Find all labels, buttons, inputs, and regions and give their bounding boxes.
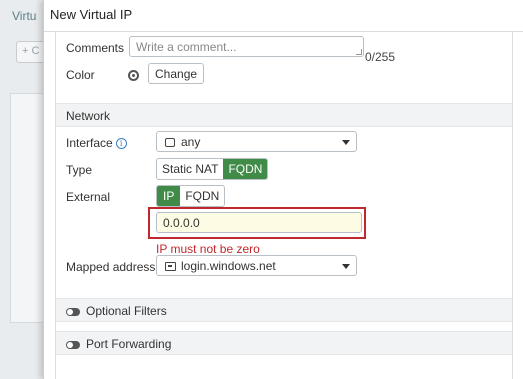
port-forwarding-row: Port Forwarding [66,337,171,351]
interface-value: any [181,135,201,149]
external-label: External [66,190,111,204]
port-forwarding-section[interactable]: Port Forwarding [56,331,512,355]
change-color-button[interactable]: Change [148,63,205,84]
network-section-title: Network [66,109,111,123]
interface-label-text: Interface [66,136,113,150]
external-toggle-group: IP FQDN [156,185,226,207]
address-object-icon [165,262,176,271]
chevron-down-icon [342,140,350,145]
resize-grip-icon[interactable] [356,49,362,55]
external-option-ip[interactable]: IP [157,186,181,206]
optional-filters-section[interactable]: Optional Filters [56,298,512,322]
interface-icon [165,138,175,147]
dialog-header: New Virtual IP [44,0,523,32]
comments-label: Comments [66,41,125,55]
mapped-address-label: Mapped address [66,260,156,274]
network-section-header: Network [56,103,512,127]
color-label: Color [66,68,95,82]
background-tab[interactable]: Virtu [12,9,36,23]
optional-filters-row: Optional Filters [66,304,167,318]
new-virtual-ip-dialog: New Virtual IP Comments Write a comment.… [43,0,523,379]
interface-select[interactable]: any [156,131,357,152]
port-forwarding-label: Port Forwarding [86,337,172,351]
ip-error-message: IP must not be zero [156,242,260,256]
external-option-fqdn[interactable]: FQDN [180,186,224,206]
dialog-title: New Virtual IP [50,7,133,22]
type-option-static-nat[interactable]: Static NAT [157,159,223,179]
external-ip-value: 0.0.0.0 [163,216,200,230]
comments-input[interactable]: Write a comment... [129,36,364,57]
dialog-body: Comments Write a comment... 0/255 Color … [55,32,513,379]
info-icon[interactable]: i [115,138,127,150]
mapped-address-value: login.windows.net [181,259,276,273]
optional-filters-toggle-icon[interactable] [66,307,80,316]
comments-char-count: 0/255 [365,50,396,64]
type-label: Type [66,163,93,177]
port-forwarding-toggle-icon[interactable] [66,340,80,349]
color-palette-icon [128,70,139,81]
comments-placeholder: Write a comment... [136,40,237,54]
background-panel [10,93,44,323]
optional-filters-label: Optional Filters [86,304,167,318]
type-toggle-group: Static NAT FQDN [156,158,269,180]
external-ip-input[interactable]: 0.0.0.0 [156,212,362,233]
mapped-address-select[interactable]: login.windows.net [156,255,357,276]
type-option-fqdn[interactable]: FQDN [223,159,268,179]
chevron-down-icon [342,264,350,269]
interface-label: Interface i [66,136,127,150]
